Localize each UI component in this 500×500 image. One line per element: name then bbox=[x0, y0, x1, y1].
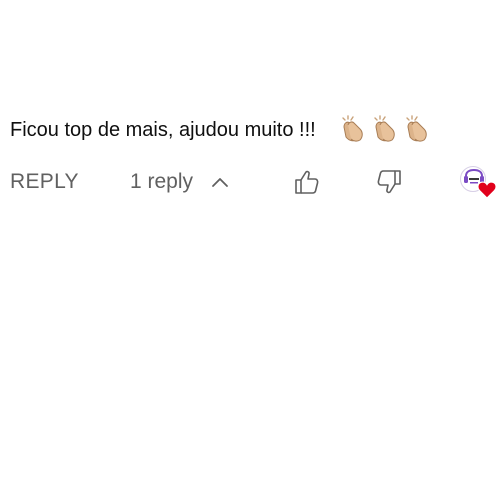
replies-count-label: 1 reply bbox=[130, 170, 194, 193]
thumbs-up-icon[interactable] bbox=[292, 168, 320, 196]
clapping-hands-icon bbox=[374, 115, 395, 142]
reply-button[interactable]: REPLY bbox=[10, 168, 79, 196]
creator-heart bbox=[460, 166, 498, 202]
comment-actions: REPLY 1 reply bbox=[0, 164, 500, 200]
comment-text: Ficou top de mais, ajudou muito !!! bbox=[10, 119, 316, 141]
emoji-row bbox=[339, 115, 429, 143]
clapping-hands-icon bbox=[342, 115, 363, 142]
heart-icon bbox=[477, 181, 497, 199]
thumbs-down-icon[interactable] bbox=[376, 168, 404, 196]
chevron-up-icon bbox=[212, 178, 228, 187]
replies-toggle[interactable]: 1 reply bbox=[130, 168, 229, 196]
clapping-hands-icon bbox=[406, 115, 427, 142]
